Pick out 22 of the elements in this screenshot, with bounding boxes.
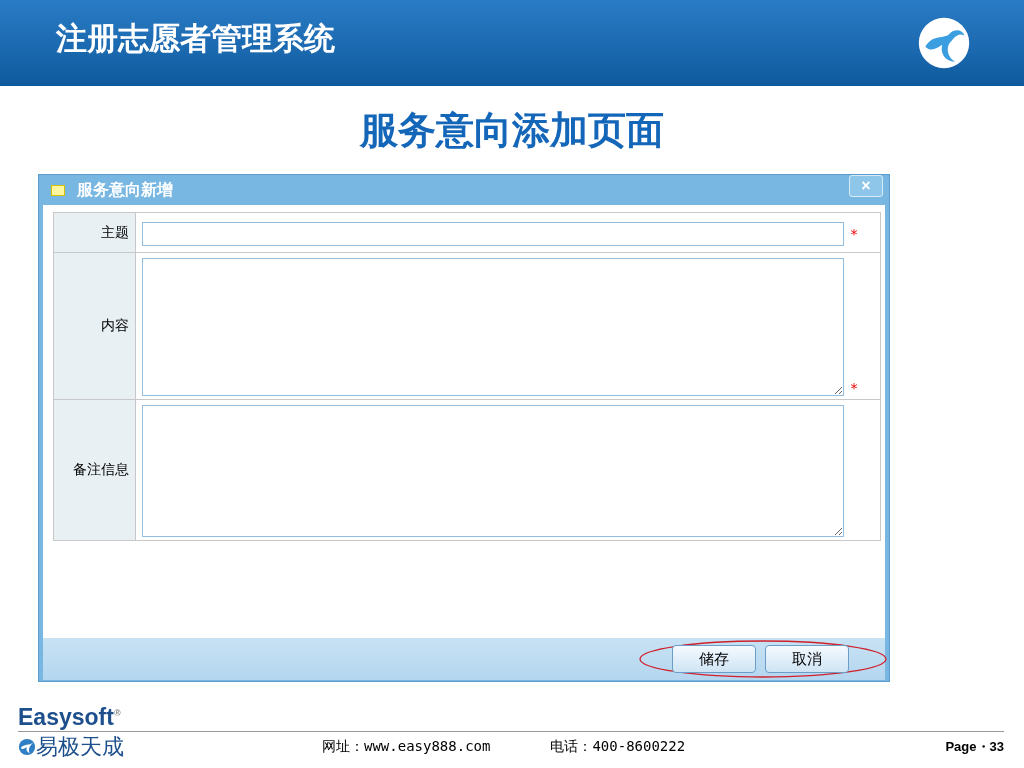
website-text: 网址：www.easy888.com [322,738,491,756]
brand-logo-text: Easysoft [18,704,114,730]
brand-name: 易极天成 [36,733,124,761]
page-number: Page・33 [945,738,1004,756]
field-label: 主题 [54,213,136,252]
dialog-button[interactable]: 取消 [765,645,849,673]
field-label: 内容 [54,253,136,399]
required-mark: * [849,380,859,396]
text-area-field[interactable] [142,405,844,537]
slide-subtitle: 服务意向添加页面 [358,106,665,154]
text-input-field[interactable] [142,221,844,246]
dialog-title: 服务意向新增 [77,179,174,201]
text-area-field[interactable] [142,258,844,396]
dialog-button[interactable]: 储存 [672,645,756,673]
required-mark: * [849,225,859,242]
slide-title: 注册志愿者管理系统 [56,19,335,58]
field-label: 备注信息 [54,400,136,540]
phone-text: 电话：400-8600222 [550,738,686,756]
wave-logo-icon [18,738,36,756]
wave-logo-icon [916,15,972,71]
window-icon [51,184,65,196]
registered-mark: ® [113,708,121,719]
